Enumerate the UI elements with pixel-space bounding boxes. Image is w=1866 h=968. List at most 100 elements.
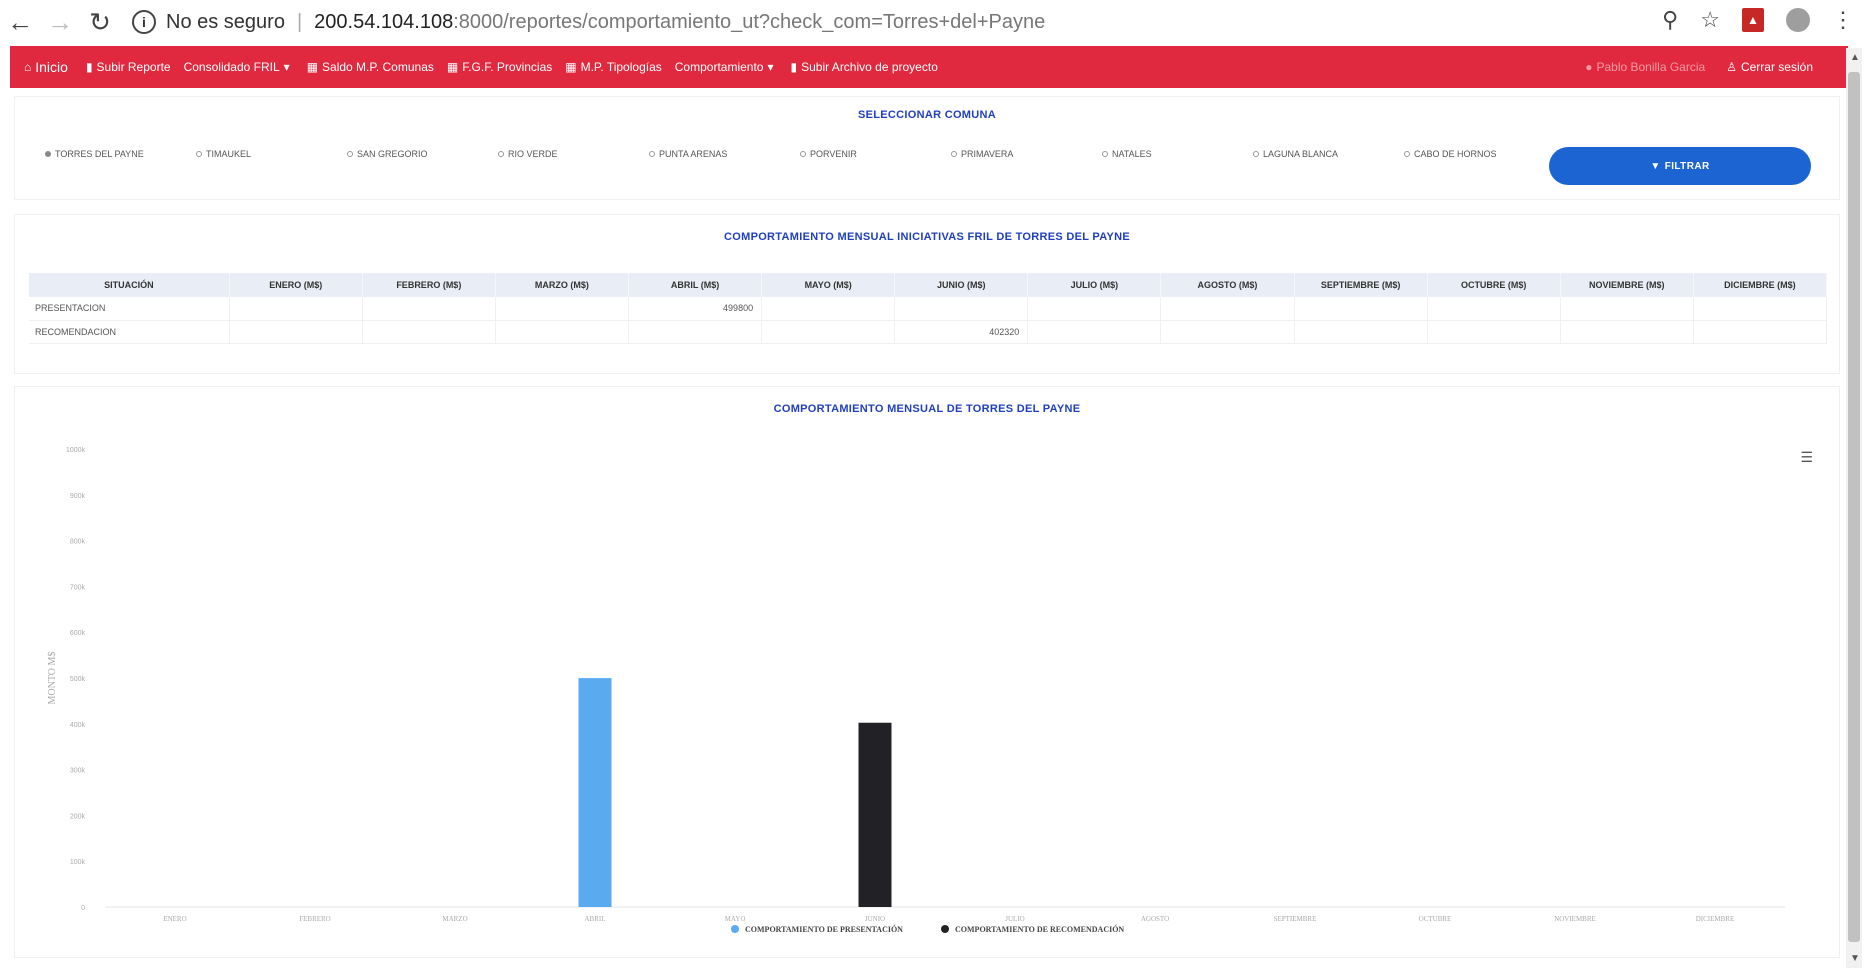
table-cell bbox=[894, 297, 1029, 321]
nav-subir-reporte[interactable]: ▮ Subir Reporte bbox=[86, 60, 171, 74]
radio-circle[interactable] bbox=[1102, 151, 1108, 157]
filter-icon: ▼ bbox=[1650, 160, 1661, 172]
table-header-cell: ABRIL (M$) bbox=[628, 273, 763, 297]
radio-circle[interactable] bbox=[45, 151, 51, 157]
profile-avatar-icon[interactable] bbox=[1786, 8, 1810, 32]
scroll-up-icon[interactable]: ▲ bbox=[1850, 52, 1860, 63]
url-path: :8000/reportes/comportamiento_ut?check_c… bbox=[453, 10, 1046, 33]
legend-marker bbox=[731, 925, 739, 933]
comuna-radio-5[interactable]: PORVENIR bbox=[800, 149, 951, 159]
table-cell: 402320 bbox=[894, 320, 1029, 344]
x-tick-label: MAYO bbox=[725, 915, 746, 923]
comuna-radio-3[interactable]: RIO VERDE bbox=[498, 149, 649, 159]
bar-chart: MONTO M$ 0 100k 200k 300k 400k 500k 600k 700k 800… bbox=[47, 447, 1785, 934]
table-cell: 499800 bbox=[628, 297, 763, 321]
comuna-radio-4[interactable]: PUNTA ARENAS bbox=[649, 149, 800, 159]
nav-item-label: Saldo M.P. Comunas bbox=[322, 60, 434, 74]
radio-circle[interactable] bbox=[347, 151, 353, 157]
table-header-cell: OCTUBRE (M$) bbox=[1427, 273, 1561, 297]
nav-fgf-provincias[interactable]: ▦ F.G.F. Provincias bbox=[447, 60, 552, 74]
table-row: PRESENTACION 499800 bbox=[29, 297, 1828, 321]
comuna-radio-9[interactable]: CABO DE HORNOS bbox=[1404, 149, 1555, 159]
nav-home[interactable]: ⌂ Inicio bbox=[24, 59, 68, 75]
radio-circle[interactable] bbox=[800, 151, 806, 157]
kebab-menu-icon[interactable]: ⋮ bbox=[1832, 7, 1854, 33]
radio-circle[interactable] bbox=[498, 151, 504, 157]
table-header-cell: ENERO (M$) bbox=[229, 273, 363, 297]
nav-item-label: Consolidado FRIL bbox=[183, 60, 280, 74]
comuna-radio-0[interactable]: TORRES DEL PAYNE bbox=[45, 149, 196, 159]
nav-saldo-mp-comunas[interactable]: ▦ Saldo M.P. Comunas bbox=[307, 60, 434, 74]
table-cell bbox=[1693, 297, 1828, 321]
radio-circle[interactable] bbox=[649, 151, 655, 157]
y-tick-label: 100k bbox=[70, 859, 86, 866]
table-cell bbox=[1160, 297, 1295, 321]
forward-arrow-icon[interactable]: → bbox=[40, 2, 80, 42]
radio-label: SAN GREGORIO bbox=[357, 149, 428, 159]
table-header-cell: NOVIEMBRE (M$) bbox=[1560, 273, 1694, 297]
legend-label: COMPORTAMIENTO DE RECOMENDACIÓN bbox=[955, 924, 1124, 934]
bookmark-star-icon[interactable]: ☆ bbox=[1700, 7, 1720, 33]
comuna-radio-2[interactable]: SAN GREGORIO bbox=[347, 149, 498, 159]
back-arrow-icon[interactable]: ← bbox=[0, 2, 40, 42]
reload-icon[interactable]: ↻ bbox=[80, 2, 120, 42]
x-tick-label: DICIEMBRE bbox=[1696, 915, 1735, 923]
filter-button[interactable]: ▼ FILTRAR bbox=[1549, 147, 1811, 185]
page-scrollbar[interactable]: ▲ ▼ bbox=[1846, 48, 1862, 968]
radio-circle[interactable] bbox=[1404, 151, 1410, 157]
pdf-extension-icon[interactable]: ▲ bbox=[1742, 8, 1764, 32]
y-tick-label: 300k bbox=[70, 768, 86, 775]
table-row: RECOMENDACION 402320 bbox=[29, 320, 1828, 344]
x-tick-label: ENERO bbox=[163, 915, 186, 923]
nav-home-label: Inicio bbox=[35, 59, 68, 75]
comuna-radio-7[interactable]: NATALES bbox=[1102, 149, 1253, 159]
x-tick-label: ABRIL bbox=[585, 915, 606, 923]
table-icon: ▦ bbox=[306, 60, 319, 74]
table-cell bbox=[628, 320, 763, 344]
y-tick-label: 0 bbox=[81, 905, 85, 912]
table-cell bbox=[761, 320, 896, 344]
table-cell bbox=[1427, 320, 1561, 344]
table-cell bbox=[1294, 297, 1428, 321]
table-header-cell: JULIO (M$) bbox=[1027, 273, 1162, 297]
nav-comportamiento[interactable]: Comportamiento ▾ bbox=[675, 60, 778, 74]
radio-circle[interactable] bbox=[1253, 151, 1259, 157]
nav-subir-archivo[interactable]: ▮ Subir Archivo de proyecto bbox=[791, 60, 938, 74]
radio-circle[interactable] bbox=[951, 151, 957, 157]
file-icon: ▮ bbox=[85, 60, 93, 74]
comuna-radio-6[interactable]: PRIMAVERA bbox=[951, 149, 1102, 159]
table-cell bbox=[229, 320, 363, 344]
table-cell bbox=[495, 297, 629, 321]
x-tick-label: JULIO bbox=[1005, 915, 1024, 923]
table-cell bbox=[1027, 320, 1162, 344]
nav-logout[interactable]: ♙ Cerrar sesión bbox=[1726, 60, 1813, 74]
table-row-label: RECOMENDACION bbox=[29, 320, 230, 344]
monthly-chart-card: COMPORTAMIENTO MENSUAL DE TORRES DEL PAY… bbox=[14, 386, 1840, 958]
scrollbar-thumb[interactable] bbox=[1848, 72, 1860, 942]
table-header-cell: JUNIO (M$) bbox=[894, 273, 1029, 297]
nav-user[interactable]: ● Pablo Bonilla Garcia bbox=[1585, 60, 1705, 74]
radio-label: PORVENIR bbox=[810, 149, 857, 159]
monthly-table-title: COMPORTAMIENTO MENSUAL INICIATIVAS FRIL … bbox=[724, 231, 1130, 243]
comuna-radio-1[interactable]: TIMAUKEL bbox=[196, 149, 347, 159]
scroll-down-icon[interactable]: ▼ bbox=[1850, 953, 1860, 964]
security-text: No es seguro bbox=[166, 10, 285, 33]
nav-item-label: F.G.F. Provincias bbox=[462, 60, 553, 74]
nav-item-label: Subir Archivo de proyecto bbox=[801, 60, 938, 74]
radio-circle[interactable] bbox=[196, 151, 202, 157]
comuna-radio-8[interactable]: LAGUNA BLANCA bbox=[1253, 149, 1404, 159]
nav-mp-tipologias[interactable]: ▦ M.P. Tipologías bbox=[565, 60, 662, 74]
table-header-cell: SITUACIÓN bbox=[29, 273, 230, 297]
file-icon: ▮ bbox=[790, 60, 798, 74]
table-header-cell: FEBRERO (M$) bbox=[362, 273, 496, 297]
table-body: PRESENTACION 499800 RECOMENDACION 402320 bbox=[29, 297, 1828, 344]
info-icon[interactable]: i bbox=[132, 10, 156, 34]
bar-comportamiento-de-recomendaci-n-junio bbox=[858, 722, 892, 907]
table-cell bbox=[1560, 297, 1694, 321]
nav-user-label: Pablo Bonilla Garcia bbox=[1596, 60, 1706, 74]
zoom-icon[interactable]: ⚲ bbox=[1662, 7, 1678, 33]
address-bar[interactable]: i No es seguro | 200.54.104.108 :8000/re… bbox=[132, 10, 1045, 34]
table-cell bbox=[1160, 320, 1295, 344]
table-header-cell: SEPTIEMBRE (M$) bbox=[1294, 273, 1428, 297]
nav-consolidado-fril[interactable]: Consolidado FRIL ▾ bbox=[184, 60, 294, 74]
